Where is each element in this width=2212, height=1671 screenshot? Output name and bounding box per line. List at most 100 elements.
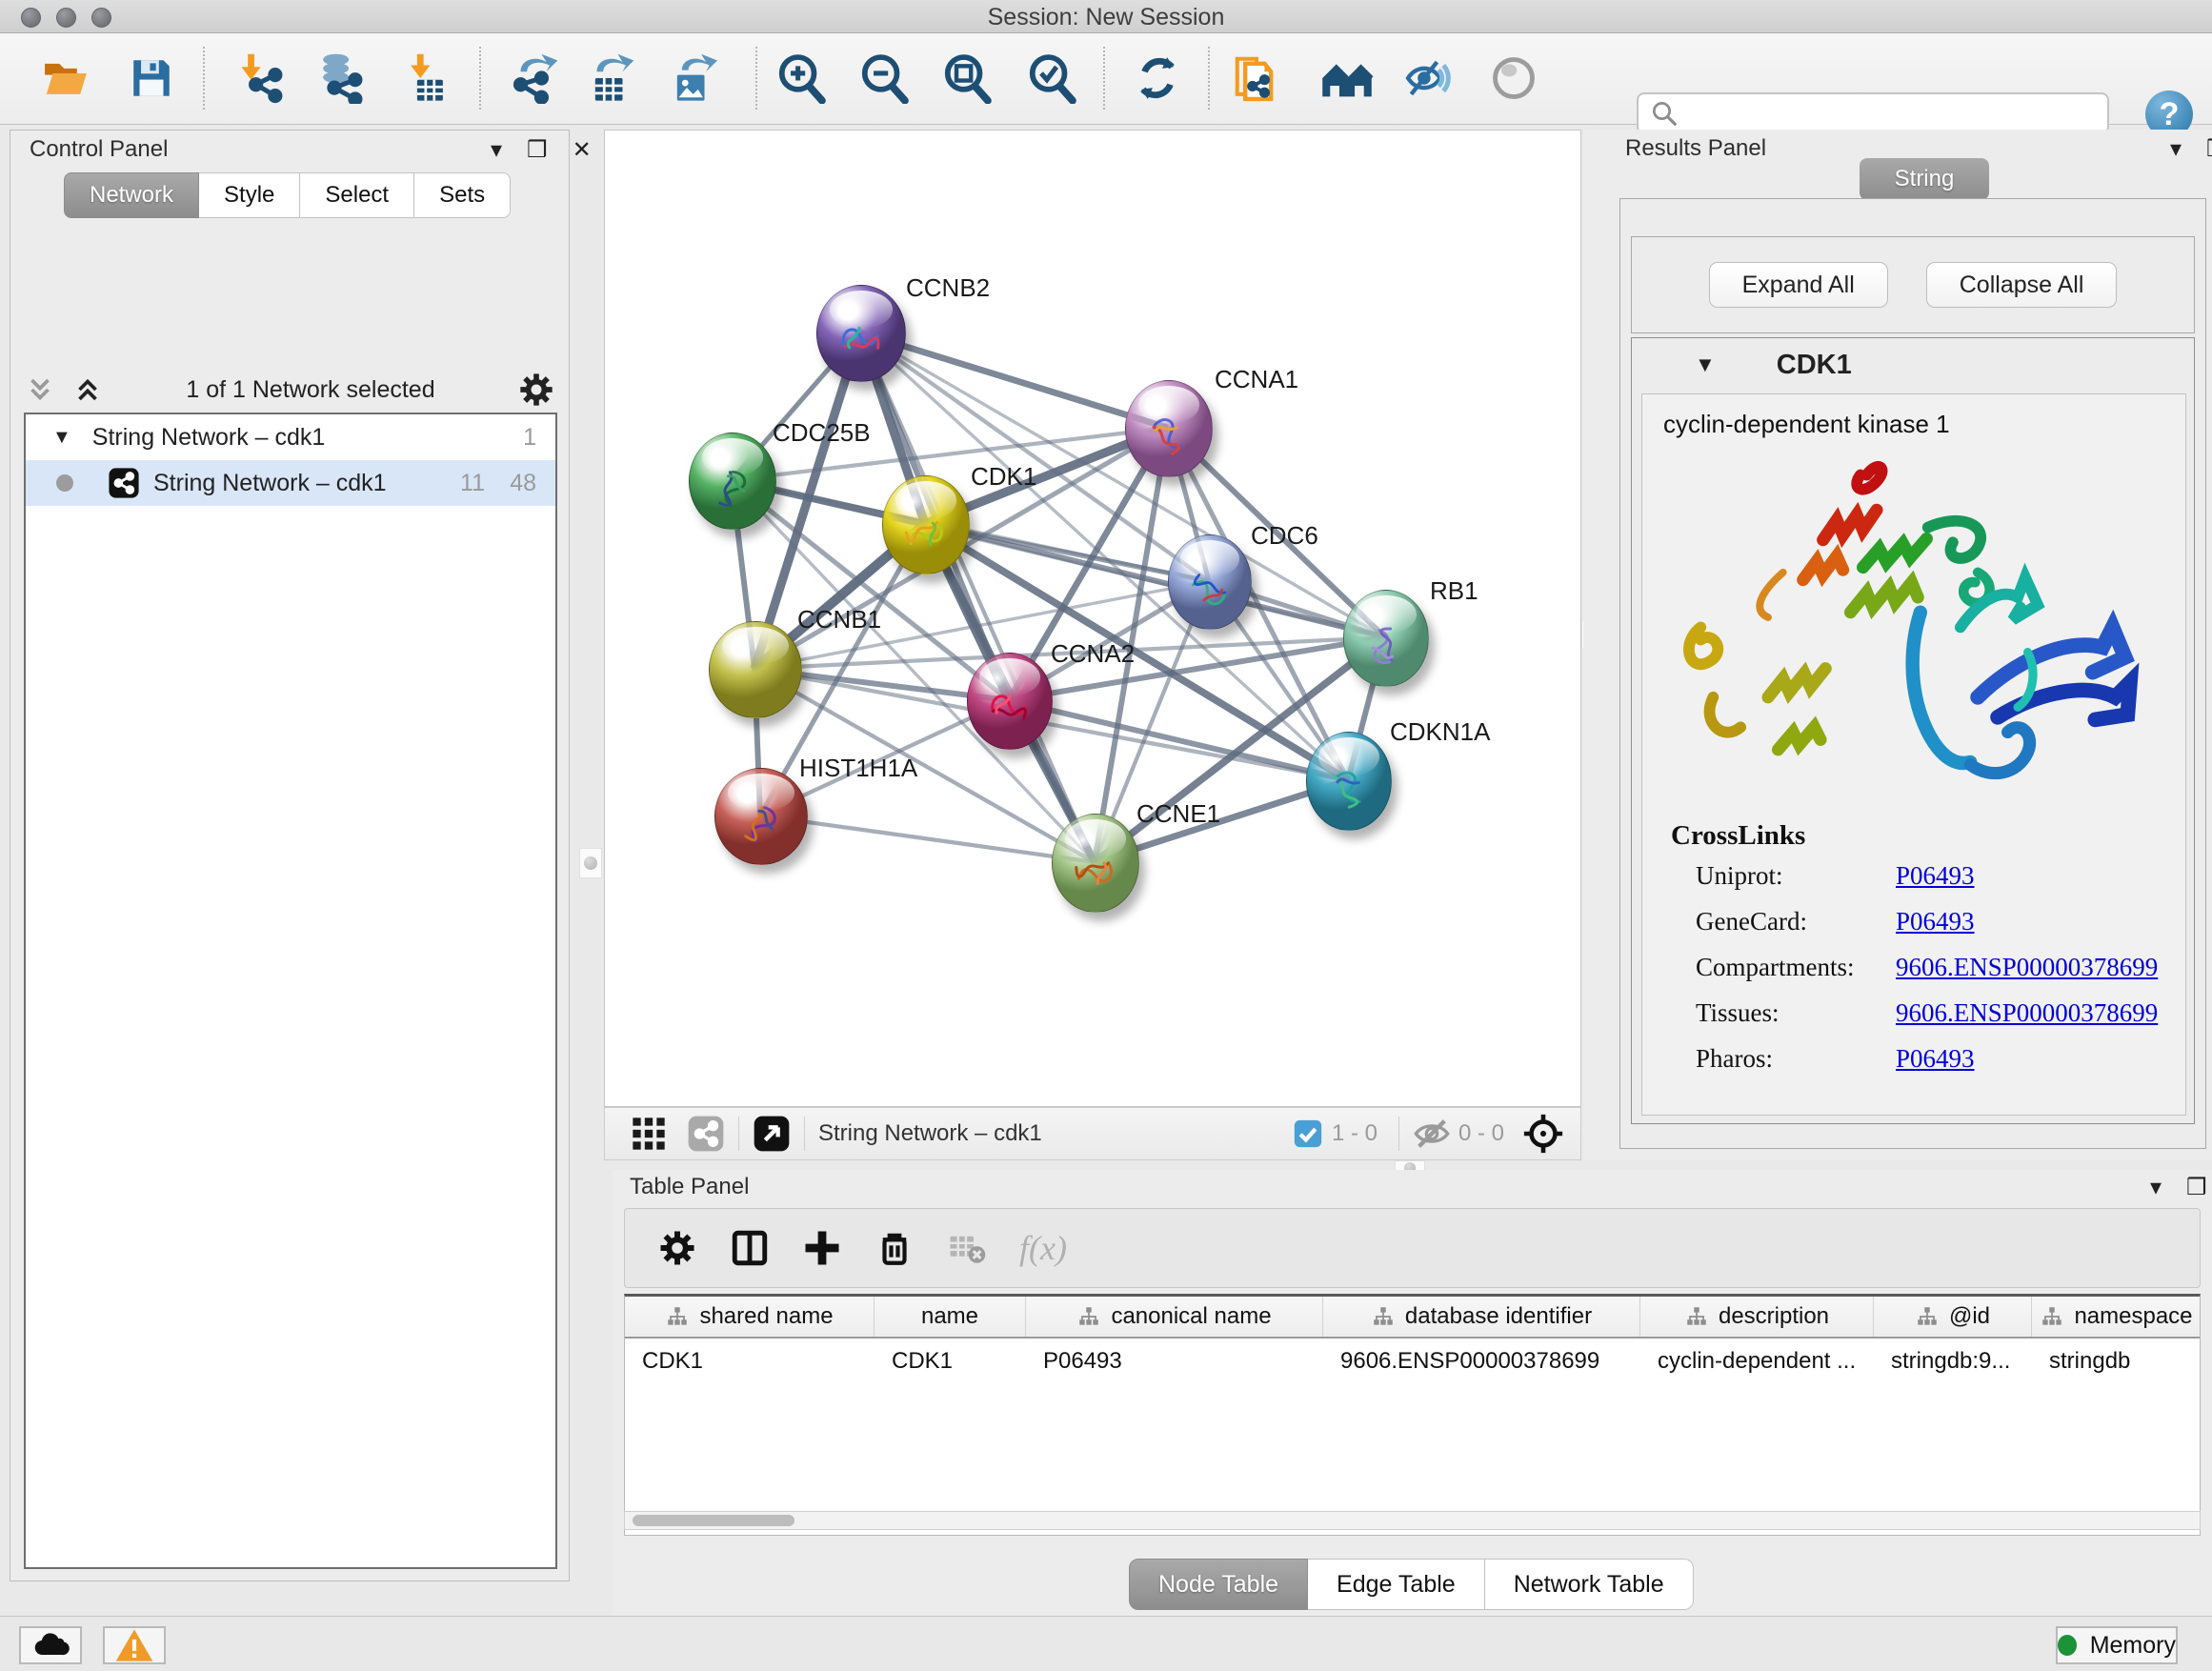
table-cell[interactable]: 9606.ENSP00000378699 (1323, 1339, 1640, 1384)
search-field[interactable] (1637, 92, 2109, 134)
column-header-description[interactable]: description (1640, 1297, 1874, 1337)
collapse-all-button[interactable]: Collapse All (1926, 262, 2118, 308)
section-collapse-icon[interactable]: ▼ (1695, 352, 1716, 377)
export-table-icon[interactable] (582, 50, 637, 106)
tab-edge-table[interactable]: Edge Table (1308, 1559, 1485, 1610)
selected-checkbox-icon[interactable] (1292, 1117, 1324, 1150)
panel-float-icon[interactable]: ❒ (527, 136, 548, 164)
grid-view-icon[interactable] (630, 1115, 668, 1153)
network-node-CDC6[interactable] (1168, 534, 1252, 630)
table-cell[interactable]: CDK1 (625, 1339, 875, 1384)
tab-sets[interactable]: Sets (414, 172, 511, 218)
zoom-selected-icon[interactable] (1024, 50, 1079, 106)
crosslink-link[interactable]: 9606.ENSP00000378699 (1896, 998, 2158, 1028)
column-header-canonical-name[interactable]: canonical name (1026, 1297, 1323, 1337)
save-session-icon[interactable] (124, 50, 179, 106)
network-node-CCNE1[interactable] (1052, 814, 1139, 913)
collection-expand-icon[interactable]: ▼ (52, 427, 71, 449)
select-columns-icon[interactable] (730, 1228, 770, 1268)
birds-eye-view-icon[interactable] (753, 1115, 791, 1153)
edge-CCNB2-CCNA1[interactable] (860, 332, 1168, 428)
panel-close-icon[interactable]: ✕ (573, 136, 592, 164)
node-count: 11 (460, 470, 485, 497)
scrollbar-thumb[interactable] (633, 1515, 794, 1526)
column-header-name[interactable]: name (875, 1297, 1026, 1337)
gear-icon[interactable] (517, 371, 555, 409)
column-header-namespace[interactable]: namespace (2032, 1297, 2201, 1337)
home-icon[interactable] (1319, 50, 1375, 106)
tab-node-table[interactable]: Node Table (1129, 1559, 1308, 1610)
network-node-CDC25B[interactable] (689, 433, 776, 530)
panel-menu-icon[interactable]: ▾ (491, 136, 502, 164)
network-node-CDKN1A[interactable] (1306, 732, 1392, 831)
crosslink-link[interactable]: P06493 (1896, 907, 1975, 936)
expand-all-button[interactable]: Expand All (1709, 262, 1888, 308)
edge-CCNA2-CDKN1A[interactable] (1009, 700, 1348, 780)
table-cell[interactable]: stringdb:9... (1874, 1339, 2032, 1384)
network-row[interactable]: String Network – cdk1 11 48 (26, 460, 555, 506)
crosslink-link[interactable]: P06493 (1896, 861, 1975, 891)
share-document-icon[interactable] (1229, 50, 1284, 106)
panel-float-icon[interactable]: ❒ (2206, 135, 2212, 163)
panel-menu-icon[interactable]: ▾ (2150, 1174, 2162, 1201)
cdk1-section-header[interactable]: ▼ CDK1 (1632, 338, 2194, 392)
zoom-in-icon[interactable] (774, 50, 829, 106)
network-node-RB1[interactable] (1343, 590, 1429, 687)
delete-table-icon-disabled[interactable] (947, 1228, 987, 1268)
string-view-icon[interactable] (687, 1115, 725, 1153)
tab-network[interactable]: Network (64, 172, 199, 218)
enhanced-labels-icon[interactable] (1401, 50, 1457, 106)
glass-ball-icon[interactable] (1486, 50, 1541, 106)
node-table: shared namenamecanonical namedatabase id… (624, 1294, 2201, 1536)
apply-layout-icon[interactable] (1130, 50, 1185, 106)
delete-column-icon[interactable] (875, 1228, 915, 1268)
import-network-database-icon[interactable] (312, 50, 367, 106)
export-network-icon[interactable] (506, 50, 561, 106)
network-collection-row[interactable]: ▼ String Network – cdk1 1 (26, 414, 555, 460)
panel-float-icon[interactable]: ❒ (2186, 1174, 2207, 1201)
edge-HIST1H1A-CCNE1[interactable] (760, 815, 1095, 862)
crosslink-link[interactable]: 9606.ENSP00000378699 (1896, 953, 2158, 982)
network-node-CCNB2[interactable] (816, 285, 906, 382)
table-row[interactable]: CDK1CDK1P064939606.ENSP00000378699cyclin… (625, 1339, 2200, 1384)
table-cell[interactable]: CDK1 (875, 1339, 1026, 1384)
network-node-CCNA1[interactable] (1125, 380, 1213, 477)
network-node-HIST1H1A[interactable] (714, 768, 808, 865)
function-builder-icon-disabled[interactable]: f(x) (1019, 1228, 1067, 1268)
panel-menu-icon[interactable]: ▾ (2170, 135, 2182, 163)
expand-all-icon[interactable] (71, 373, 104, 406)
table-settings-gear-icon[interactable] (657, 1228, 697, 1268)
import-network-file-icon[interactable] (231, 50, 287, 106)
network-node-CCNA2[interactable] (967, 653, 1053, 750)
zoom-out-icon[interactable] (856, 50, 912, 106)
column-header-shared-name[interactable]: shared name (625, 1297, 875, 1337)
tab-style[interactable]: Style (199, 172, 300, 218)
export-image-icon[interactable] (664, 50, 719, 106)
toolbar-separator (1208, 47, 1210, 110)
crosslink-link[interactable]: P06493 (1896, 1044, 1975, 1074)
tab-string[interactable]: String (1860, 158, 1989, 200)
left-splitter-handle[interactable] (579, 848, 602, 878)
column-header--id[interactable]: @id (1874, 1297, 2032, 1337)
tab-network-table[interactable]: Network Table (1485, 1559, 1694, 1610)
zoom-fit-icon[interactable] (939, 50, 995, 106)
open-session-icon[interactable] (38, 50, 93, 106)
warning-button[interactable] (103, 1626, 166, 1664)
table-horizontal-scrollbar[interactable] (624, 1511, 2201, 1530)
collapse-all-icon[interactable] (24, 373, 56, 406)
import-table-file-icon[interactable] (399, 50, 454, 106)
search-input[interactable] (1679, 99, 2092, 128)
column-header-database-identifier[interactable]: database identifier (1323, 1297, 1640, 1337)
memory-button[interactable]: Memory (2056, 1626, 2178, 1664)
table-cell[interactable]: P06493 (1026, 1339, 1323, 1384)
network-canvas[interactable]: CCNB2CCNA1CDC25BCDK1CDC6RB1CCNB1CCNA2CDK… (604, 130, 1581, 1107)
tab-select[interactable]: Select (300, 172, 414, 218)
table-cell[interactable]: cyclin-dependent ... (1640, 1339, 1874, 1384)
cloud-button[interactable] (19, 1626, 82, 1664)
network-node-CCNB1[interactable] (709, 621, 802, 718)
table-cell[interactable]: stringdb (2032, 1339, 2201, 1384)
network-node-CDK1[interactable] (882, 475, 970, 574)
hidden-eye-slash-icon[interactable] (1413, 1115, 1451, 1153)
crosshair-icon[interactable] (1521, 1112, 1565, 1156)
add-column-icon[interactable] (802, 1228, 842, 1268)
